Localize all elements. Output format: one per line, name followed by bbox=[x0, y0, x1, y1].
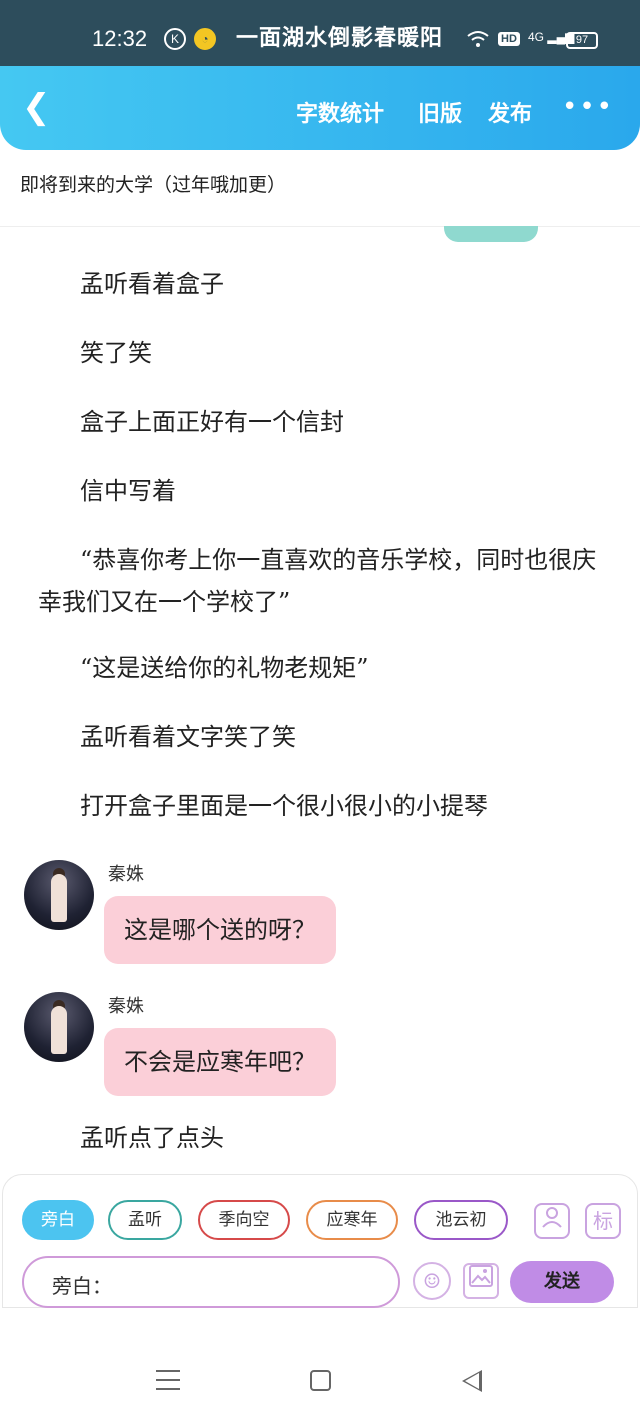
person-icon[interactable] bbox=[534, 1203, 570, 1239]
home-icon[interactable] bbox=[310, 1370, 331, 1391]
back-icon[interactable] bbox=[462, 1370, 482, 1392]
k-app-icon: K bbox=[164, 28, 186, 50]
wifi-icon bbox=[466, 30, 490, 53]
avatar[interactable] bbox=[24, 860, 94, 930]
speaker-name: 秦姝 bbox=[108, 996, 144, 1017]
publish-button[interactable]: 发布 bbox=[488, 96, 532, 128]
old-version-button[interactable]: 旧版 bbox=[418, 96, 462, 128]
story-paragraph: 孟听看着文字笑了笑 bbox=[80, 723, 296, 751]
story-paragraph: 打开盒子里面是一个很小很小的小提琴 bbox=[80, 792, 488, 820]
menu-icon[interactable] bbox=[156, 1370, 180, 1390]
mark-button[interactable]: 标 bbox=[585, 1203, 621, 1239]
more-options-icon[interactable]: ••• bbox=[562, 92, 614, 122]
speaker-name: 秦姝 bbox=[108, 864, 144, 885]
emoji-icon[interactable]: ☺ bbox=[413, 1262, 451, 1300]
status-time: 12:32 bbox=[92, 26, 148, 51]
message-input[interactable] bbox=[134, 1266, 384, 1298]
role-chip-chi-yunchu[interactable]: 池云初 bbox=[414, 1200, 508, 1240]
role-chip-ying-hannian[interactable]: 应寒年 bbox=[306, 1200, 398, 1240]
network-type: 4G bbox=[528, 30, 545, 44]
story-paragraph: 笑了笑 bbox=[80, 339, 152, 367]
input-role-label: 旁白： bbox=[52, 1274, 112, 1298]
system-nav-bar bbox=[0, 1308, 640, 1422]
status-banner: 一面湖水倒影春暖阳 bbox=[236, 25, 444, 51]
message-input-box[interactable]: 旁白： bbox=[22, 1256, 400, 1308]
avatar[interactable] bbox=[24, 992, 94, 1062]
story-paragraph: 孟听点了点头 bbox=[80, 1124, 224, 1152]
message-bubble[interactable]: 这是哪个送的呀？ bbox=[104, 896, 336, 964]
story-paragraph: 孟听看着盒子 bbox=[80, 270, 224, 298]
story-paragraph: “这是送给你的礼物老规矩” bbox=[80, 654, 369, 682]
story-paragraph: 信中写着 bbox=[80, 477, 176, 505]
battery-level: 97 bbox=[575, 34, 589, 46]
back-arrow-icon[interactable]: ❮ bbox=[22, 90, 51, 126]
chapter-title[interactable]: 即将到来的大学（过年哦加更） bbox=[20, 170, 286, 197]
story-paragraph: 盒子上面正好有一个信封 bbox=[80, 408, 344, 436]
send-button[interactable]: 发送 bbox=[510, 1261, 614, 1303]
role-chip-narrator[interactable]: 旁白 bbox=[22, 1200, 94, 1240]
battery-icon: 97 bbox=[566, 32, 598, 49]
role-chip-meng-ting[interactable]: 孟听 bbox=[108, 1200, 182, 1240]
app-notification-icon: ◔ bbox=[194, 28, 216, 50]
message-bubble[interactable]: 不会是应寒年吧？ bbox=[104, 1028, 336, 1096]
image-icon[interactable] bbox=[463, 1263, 499, 1299]
status-bar: 12:32 K ◔ 一面湖水倒影春暖阳 HD 4G ▂▄▆ 97 bbox=[0, 0, 640, 66]
editor-header: ❮ 字数统计 旧版 发布 ••• bbox=[0, 66, 640, 150]
story-paragraph: “恭喜你考上你一直喜欢的音乐学校，同时也很庆幸我们又在一个学校了” bbox=[38, 546, 597, 616]
divider bbox=[0, 226, 640, 227]
pull-tab[interactable] bbox=[444, 226, 538, 242]
role-chip-ji-xiangkong[interactable]: 季向空 bbox=[198, 1200, 290, 1240]
word-count-button[interactable]: 字数统计 bbox=[296, 96, 384, 128]
hd-icon: HD bbox=[498, 32, 520, 46]
